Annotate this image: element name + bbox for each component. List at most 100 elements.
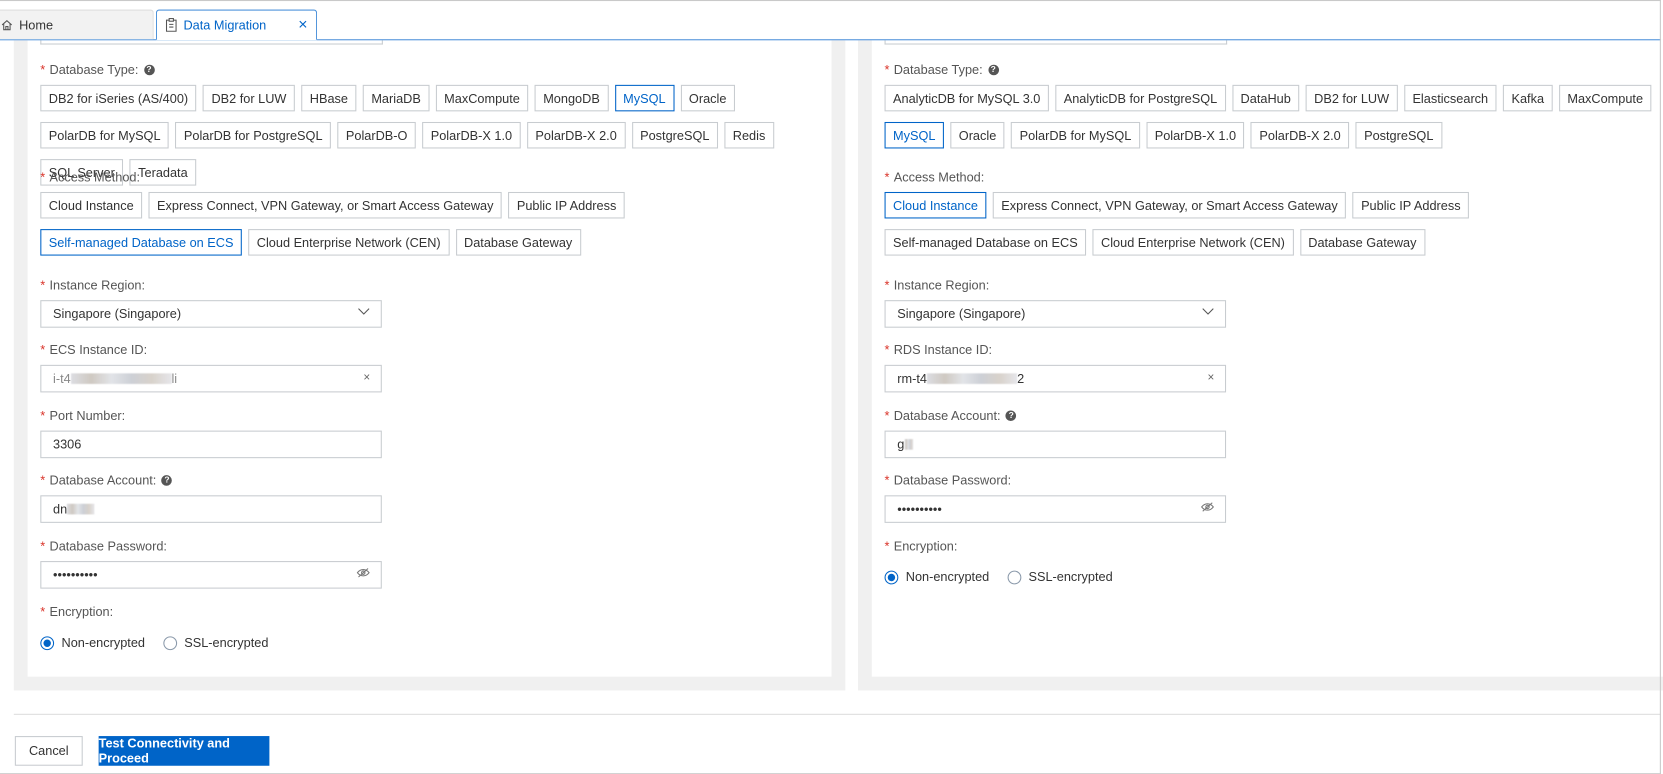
radio-label: Non-encrypted — [905, 569, 990, 585]
region-value: Singapore (Singapore) — [897, 306, 1026, 322]
db-type-option[interactable]: Oracle — [950, 121, 1005, 149]
access-method-option[interactable]: Cloud Enterprise Network (CEN) — [1092, 229, 1294, 256]
db-type-option[interactable]: HBase — [301, 84, 357, 112]
test-connectivity-button[interactable]: Test Connectivity and Proceed — [98, 736, 270, 766]
db-type-option[interactable]: MongoDB — [534, 84, 609, 112]
access-method-option[interactable]: Express Connect, VPN Gateway, or Smart A… — [992, 191, 1347, 219]
field-label: Access Method: — [49, 169, 141, 185]
db-type-option[interactable]: PolarDB-X 2.0 — [1250, 121, 1350, 149]
masked-value — [904, 439, 913, 450]
target-access-method-field: * Access Method: Cloud Instance Express Co… — [884, 170, 1564, 256]
rds-instance-id-input[interactable]: rm-t4 2 × — [884, 364, 1227, 393]
radio-checked-icon — [40, 635, 55, 650]
chevron-down-icon — [1202, 307, 1215, 320]
db-type-option[interactable]: PostgreSQL — [1355, 121, 1442, 149]
db-type-option[interactable]: MariaDB — [362, 84, 430, 112]
source-db-type-field: * Database Type:? DB2 for iSeries (AS/400… — [40, 63, 782, 186]
clear-icon[interactable]: × — [1208, 371, 1215, 384]
help-icon[interactable]: ? — [161, 475, 173, 486]
db-type-option[interactable]: PolarDB-X 1.0 — [422, 121, 521, 149]
access-method-option[interactable]: Cloud Instance — [40, 191, 143, 219]
target-account-field: * Database Account:? g — [884, 408, 1227, 459]
radio-non-encrypted[interactable]: Non-encrypted — [884, 569, 990, 585]
access-method-option[interactable]: Database Gateway — [455, 229, 581, 256]
field-label: Instance Region: — [893, 277, 990, 293]
db-type-option[interactable]: DataHub — [1232, 84, 1300, 112]
db-type-option[interactable]: PolarDB-X 2.0 — [526, 121, 626, 149]
masked-value — [926, 373, 1018, 384]
radio-ssl-encrypted[interactable]: SSL-encrypted — [1007, 570, 1113, 584]
account-input[interactable]: dn — [40, 495, 382, 523]
port-value: 3306 — [53, 436, 82, 452]
radio-non-encrypted[interactable]: Non-encrypted — [40, 635, 145, 650]
access-method-option[interactable]: Public IP Address — [508, 191, 625, 219]
db-type-option[interactable]: MaxCompute — [435, 84, 529, 112]
region-value: Singapore (Singapore) — [53, 306, 182, 322]
source-access-method-field: * Access Method: Cloud Instance Express Co… — [40, 170, 719, 256]
account-input[interactable]: g — [884, 430, 1227, 459]
password-input[interactable]: •••••••••• — [40, 561, 382, 589]
help-icon[interactable]: ? — [1005, 410, 1017, 422]
db-type-option[interactable]: MaxCompute — [1558, 84, 1652, 112]
db-type-option[interactable]: PolarDB-O — [337, 121, 416, 149]
db-type-option[interactable]: Redis — [724, 121, 774, 149]
tab-data-migration[interactable]: Data Migration × — [155, 9, 318, 41]
access-method-option[interactable]: Express Connect, VPN Gateway, or Smart A… — [148, 191, 502, 219]
db-type-option[interactable]: PolarDB for MySQL — [40, 121, 170, 149]
region-select[interactable]: Singapore (Singapore) — [884, 300, 1227, 328]
field-label: Database Account: — [49, 473, 157, 488]
access-method-option[interactable]: Self-managed Database on ECS — [40, 229, 242, 256]
db-type-option[interactable]: DB2 for LUW — [202, 84, 295, 112]
password-input[interactable]: •••••••••• — [884, 495, 1227, 523]
help-icon[interactable]: ? — [987, 64, 999, 76]
masked-value — [70, 373, 172, 384]
db-type-option[interactable]: DB2 for LUW — [1305, 84, 1398, 112]
field-label: Port Number: — [49, 408, 126, 424]
db-type-option[interactable]: Oracle — [680, 84, 735, 112]
tab-label: Data Migration — [183, 17, 267, 33]
access-method-option[interactable]: Self-managed Database on ECS — [884, 229, 1087, 256]
db-type-option[interactable]: PolarDB-X 1.0 — [1146, 121, 1245, 149]
home-icon — [1, 19, 13, 31]
source-region-field: * Instance Region: Singapore (Singapore) — [40, 278, 382, 328]
radio-checked-icon — [884, 570, 899, 584]
close-icon[interactable]: × — [298, 16, 307, 34]
instance-id-suffix: 2 — [1017, 371, 1025, 387]
db-type-option[interactable]: Elasticsearch — [1403, 84, 1497, 112]
tab-home[interactable]: Home — [0, 9, 154, 40]
cancel-button[interactable]: Cancel — [14, 736, 83, 766]
access-method-option[interactable]: Cloud Instance — [884, 191, 987, 219]
source-panel: * Database Type:? DB2 for iSeries (AS/400… — [13, 37, 846, 691]
db-type-option[interactable]: PostgreSQL — [631, 121, 718, 149]
source-instance-field: * ECS Instance ID: i-t4 li × — [40, 343, 382, 393]
tab-label: Home — [19, 17, 54, 33]
region-select[interactable]: Singapore (Singapore) — [40, 300, 382, 328]
db-type-option[interactable]: AnalyticDB for PostgreSQL — [1055, 84, 1226, 112]
radio-ssl-encrypted[interactable]: SSL-encrypted — [163, 635, 268, 650]
instance-id-prefix: rm-t4 — [897, 371, 927, 387]
field-label: Database Type: — [893, 62, 983, 78]
access-method-option[interactable]: Cloud Enterprise Network (CEN) — [248, 229, 450, 256]
help-icon[interactable]: ? — [143, 64, 155, 76]
db-type-options: AnalyticDB for MySQL 3.0 AnalyticDB for P… — [884, 84, 1663, 149]
eye-off-icon[interactable] — [1200, 502, 1215, 516]
radio-unchecked-icon — [163, 635, 177, 650]
db-type-option[interactable]: PolarDB for PostgreSQL — [175, 121, 332, 149]
db-type-option[interactable]: MySQL — [884, 121, 944, 149]
eye-off-icon[interactable] — [356, 567, 370, 581]
target-encryption-field: * Encryption: Non-encrypted SSL-encrypted — [884, 538, 1113, 585]
db-type-option[interactable]: MySQL — [614, 84, 675, 112]
field-label: Database Password: — [49, 538, 167, 554]
password-value: •••••••••• — [897, 501, 942, 517]
db-type-option[interactable]: DB2 for iSeries (AS/400) — [40, 84, 197, 112]
footer-divider — [13, 713, 1661, 715]
port-input[interactable]: 3306 — [40, 430, 382, 459]
ecs-instance-id-input[interactable]: i-t4 li × — [40, 364, 382, 393]
masked-value — [67, 503, 95, 515]
clear-icon[interactable]: × — [363, 371, 370, 384]
db-type-option[interactable]: PolarDB for MySQL — [1011, 121, 1140, 149]
db-type-option[interactable]: AnalyticDB for MySQL 3.0 — [884, 84, 1049, 112]
access-method-option[interactable]: Public IP Address — [1352, 191, 1470, 219]
db-type-option[interactable]: Kafka — [1502, 84, 1553, 112]
access-method-option[interactable]: Database Gateway — [1299, 229, 1425, 256]
